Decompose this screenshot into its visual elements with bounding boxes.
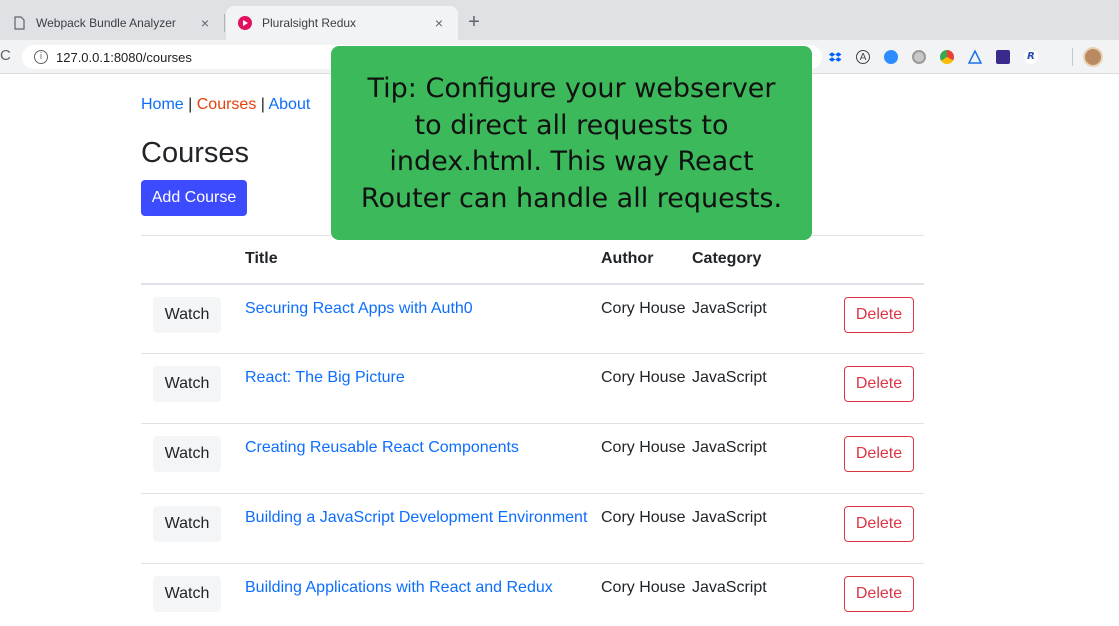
delete-button[interactable]: Delete <box>844 366 914 402</box>
tip-overlay: Tip: Configure your webserver to direct … <box>331 46 812 240</box>
nav-courses-link[interactable]: Courses <box>197 96 257 113</box>
watch-button[interactable]: Watch <box>153 366 221 402</box>
zoom-icon[interactable] <box>884 50 898 64</box>
header-category: Category <box>692 235 844 285</box>
toolbar-divider <box>1072 48 1073 66</box>
tip-line: Router can handle all requests. <box>360 182 783 214</box>
dropbox-icon[interactable] <box>828 50 842 64</box>
circle-icon[interactable] <box>912 50 926 64</box>
nav-about-link[interactable]: About <box>268 96 310 113</box>
info-icon[interactable]: i <box>34 50 48 64</box>
table-header-row: Title Author Category <box>141 235 924 285</box>
new-tab-button[interactable]: + <box>462 10 486 34</box>
course-category: JavaScript <box>692 563 844 626</box>
course-title-link[interactable]: Building Applications with React and Red… <box>245 579 553 596</box>
browser-window: Webpack Bundle Analyzer × Pluralsight Re… <box>0 0 1119 626</box>
course-title-link[interactable]: Creating Reusable React Components <box>245 439 519 456</box>
chrome-icon[interactable] <box>940 50 954 64</box>
nav-home-link[interactable]: Home <box>141 96 184 113</box>
watch-button[interactable]: Watch <box>153 296 221 333</box>
course-author: Cory House <box>601 493 692 564</box>
course-title-link[interactable]: React: The Big Picture <box>245 369 405 386</box>
header-title: Title <box>245 235 601 285</box>
delete-button[interactable]: Delete <box>844 576 914 612</box>
a-icon[interactable]: A <box>856 50 870 64</box>
tab-bar: Webpack Bundle Analyzer × Pluralsight Re… <box>0 0 1119 40</box>
tip-line: index.html. This way React <box>389 146 754 177</box>
close-tab-icon[interactable]: × <box>428 15 450 31</box>
page-title: Courses <box>141 137 249 169</box>
reload-icon[interactable]: C <box>0 47 14 67</box>
add-course-button[interactable]: Add Course <box>141 180 247 216</box>
book-icon[interactable] <box>996 50 1010 64</box>
course-author: Cory House <box>601 563 692 626</box>
watch-button[interactable]: Watch <box>153 436 221 472</box>
course-category: JavaScript <box>692 493 844 564</box>
header-watch <box>141 235 245 285</box>
nav-separator: | <box>183 96 197 113</box>
document-icon <box>12 16 26 30</box>
course-author: Cory House <box>601 353 692 424</box>
delete-button[interactable]: Delete <box>844 296 914 333</box>
close-tab-icon[interactable]: × <box>194 15 216 31</box>
tab-label: Pluralsight Redux <box>262 16 357 30</box>
delete-button[interactable]: Delete <box>844 436 914 472</box>
course-title-link[interactable]: Securing React Apps with Auth0 <box>245 300 473 317</box>
tip-line: Tip: Configure your webserver <box>367 73 776 104</box>
pluralsight-icon <box>238 16 252 30</box>
course-title-link[interactable]: Building a JavaScript Development Enviro… <box>245 509 587 526</box>
r-icon[interactable]: R <box>1024 50 1038 64</box>
nav-separator: | <box>256 96 269 113</box>
triangle-icon[interactable] <box>967 49 983 64</box>
table-row: Watch Securing React Apps with Auth0 Cor… <box>141 283 924 354</box>
course-author: Cory House <box>601 283 692 354</box>
watch-button[interactable]: Watch <box>153 506 221 542</box>
tab-divider <box>224 14 225 32</box>
table-row: Watch Creating Reusable React Components… <box>141 423 924 494</box>
table-row: Watch Building Applications with React a… <box>141 563 924 626</box>
table-row: Watch React: The Big Picture Cory House … <box>141 353 924 424</box>
header-actions <box>844 235 924 285</box>
course-category: JavaScript <box>692 283 844 354</box>
main-nav: Home | Courses | About <box>141 96 310 114</box>
course-category: JavaScript <box>692 423 844 494</box>
delete-button[interactable]: Delete <box>844 506 914 542</box>
tab-label: Webpack Bundle Analyzer <box>36 16 176 30</box>
course-category: JavaScript <box>692 353 844 424</box>
tab-webpack-bundle-analyzer[interactable]: Webpack Bundle Analyzer × <box>0 6 224 40</box>
courses-table: Title Author Category Watch Securing Rea… <box>141 235 924 626</box>
profile-avatar[interactable] <box>1083 47 1103 67</box>
table-row: Watch Building a JavaScript Development … <box>141 493 924 564</box>
tab-pluralsight-redux[interactable]: Pluralsight Redux × <box>226 6 458 40</box>
course-author: Cory House <box>601 423 692 494</box>
watch-button[interactable]: Watch <box>153 576 221 612</box>
tip-line: to direct all requests to <box>414 109 729 141</box>
header-author: Author <box>601 235 692 285</box>
url-text: 127.0.0.1:8080/courses <box>56 49 192 65</box>
